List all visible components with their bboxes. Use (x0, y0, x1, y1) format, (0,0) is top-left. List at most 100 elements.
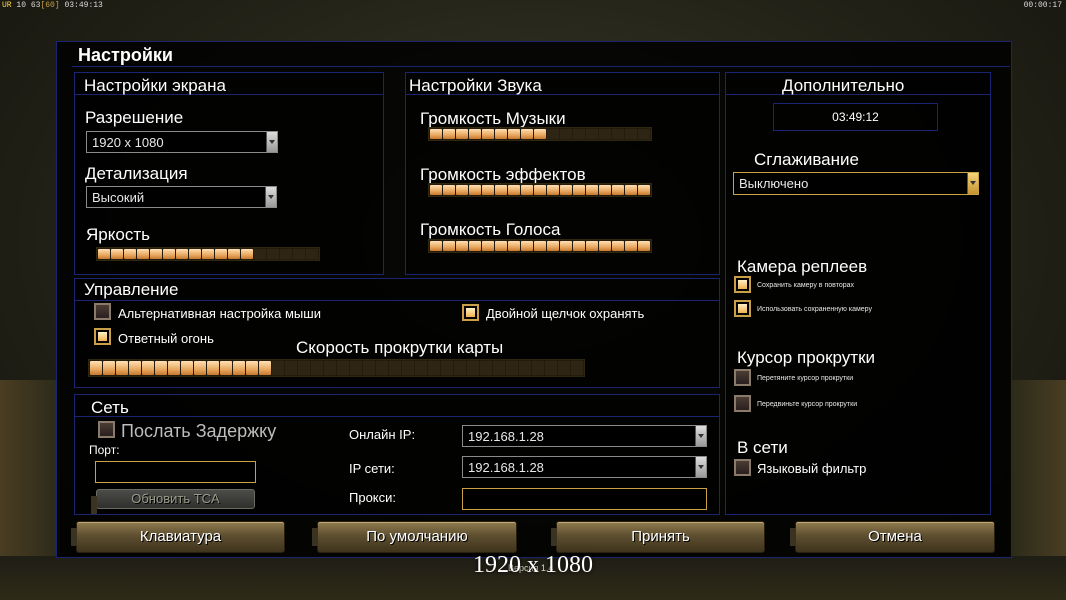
slider-segment[interactable] (638, 185, 650, 195)
defaults-button[interactable]: По умолчанию (312, 521, 517, 553)
slider-segment[interactable] (521, 241, 533, 251)
slider-segment[interactable] (298, 361, 310, 375)
slider-segment[interactable] (267, 249, 279, 259)
slider-segment[interactable] (324, 361, 336, 375)
language-filter-checkbox[interactable] (734, 459, 751, 476)
slider-segment[interactable] (241, 249, 253, 259)
slider-segment[interactable] (441, 361, 453, 375)
slider-segment[interactable] (124, 249, 136, 259)
resolution-dropdown[interactable]: 1920 x 1080 (86, 131, 278, 153)
slider-segment[interactable] (547, 241, 559, 251)
slider-segment[interactable] (482, 185, 494, 195)
slider-segment[interactable] (534, 185, 546, 195)
slider-segment[interactable] (508, 185, 520, 195)
slider-segment[interactable] (280, 249, 292, 259)
slider-segment[interactable] (508, 129, 520, 139)
slider-segment[interactable] (625, 185, 637, 195)
slider-segment[interactable] (560, 241, 572, 251)
slider-segment[interactable] (495, 185, 507, 195)
lan-ip-dropdown[interactable]: 192.168.1.28 (462, 456, 707, 478)
slider-segment[interactable] (129, 361, 141, 375)
slider-segment[interactable] (480, 361, 492, 375)
detail-dropdown[interactable]: Высокий (86, 186, 277, 208)
chevron-down-icon[interactable] (967, 173, 978, 194)
slider-segment[interactable] (202, 249, 214, 259)
slider-segment[interactable] (638, 241, 650, 251)
slider-segment[interactable] (521, 129, 533, 139)
return-fire-checkbox[interactable] (94, 328, 111, 345)
slider-segment[interactable] (430, 241, 442, 251)
slider-segment[interactable] (469, 185, 481, 195)
slider-segment[interactable] (272, 361, 284, 375)
slider-segment[interactable] (285, 361, 297, 375)
slider-segment[interactable] (456, 241, 468, 251)
slider-segment[interactable] (506, 361, 518, 375)
double-click-checkbox[interactable] (462, 304, 479, 321)
brightness-slider[interactable] (96, 247, 320, 261)
save-camera-checkbox[interactable] (734, 276, 751, 293)
slider-segment[interactable] (259, 361, 271, 375)
slider-segment[interactable] (519, 361, 531, 375)
slider-segment[interactable] (454, 361, 466, 375)
slider-segment[interactable] (90, 361, 102, 375)
slider-segment[interactable] (560, 129, 572, 139)
slider-segment[interactable] (103, 361, 115, 375)
slider-segment[interactable] (586, 129, 598, 139)
slider-segment[interactable] (443, 129, 455, 139)
slider-segment[interactable] (415, 361, 427, 375)
slider-segment[interactable] (534, 241, 546, 251)
slider-segment[interactable] (98, 249, 110, 259)
slider-segment[interactable] (168, 361, 180, 375)
voice-volume-slider[interactable] (428, 239, 652, 253)
slider-segment[interactable] (469, 129, 481, 139)
music-volume-slider[interactable] (428, 127, 652, 141)
slider-segment[interactable] (558, 361, 570, 375)
chevron-down-icon[interactable] (695, 457, 706, 477)
slider-segment[interactable] (181, 361, 193, 375)
slider-segment[interactable] (293, 249, 305, 259)
slider-segment[interactable] (207, 361, 219, 375)
slider-segment[interactable] (612, 129, 624, 139)
port-input[interactable] (95, 461, 256, 483)
slider-segment[interactable] (573, 241, 585, 251)
slider-segment[interactable] (443, 241, 455, 251)
slider-segment[interactable] (456, 185, 468, 195)
slider-segment[interactable] (430, 129, 442, 139)
slider-segment[interactable] (599, 241, 611, 251)
slider-segment[interactable] (163, 249, 175, 259)
slider-segment[interactable] (625, 129, 637, 139)
accept-button[interactable]: Принять (551, 521, 765, 553)
chevron-down-icon[interactable] (266, 132, 277, 152)
slider-segment[interactable] (189, 249, 201, 259)
slider-segment[interactable] (534, 129, 546, 139)
slider-segment[interactable] (482, 241, 494, 251)
slider-segment[interactable] (612, 241, 624, 251)
proxy-input[interactable] (462, 488, 707, 510)
slider-segment[interactable] (176, 249, 188, 259)
slider-segment[interactable] (532, 361, 544, 375)
move-cursor-checkbox[interactable] (734, 395, 751, 412)
alt-mouse-checkbox[interactable] (94, 303, 111, 320)
online-ip-dropdown[interactable]: 192.168.1.28 (462, 425, 707, 447)
slider-segment[interactable] (376, 361, 388, 375)
slider-segment[interactable] (220, 361, 232, 375)
chevron-down-icon[interactable] (265, 187, 276, 207)
drag-cursor-checkbox[interactable] (734, 369, 751, 386)
keyboard-button[interactable]: Клавиатура (71, 521, 285, 553)
slider-segment[interactable] (467, 361, 479, 375)
slider-segment[interactable] (599, 185, 611, 195)
slider-segment[interactable] (337, 361, 349, 375)
antialiasing-dropdown[interactable]: Выключено (733, 172, 979, 195)
slider-segment[interactable] (155, 361, 167, 375)
slider-segment[interactable] (306, 249, 318, 259)
slider-segment[interactable] (194, 361, 206, 375)
slider-segment[interactable] (599, 129, 611, 139)
slider-segment[interactable] (469, 241, 481, 251)
chevron-down-icon[interactable] (695, 426, 706, 446)
slider-segment[interactable] (638, 129, 650, 139)
effects-volume-slider[interactable] (428, 183, 652, 197)
slider-segment[interactable] (612, 185, 624, 195)
slider-segment[interactable] (547, 129, 559, 139)
slider-segment[interactable] (215, 249, 227, 259)
slider-segment[interactable] (545, 361, 557, 375)
